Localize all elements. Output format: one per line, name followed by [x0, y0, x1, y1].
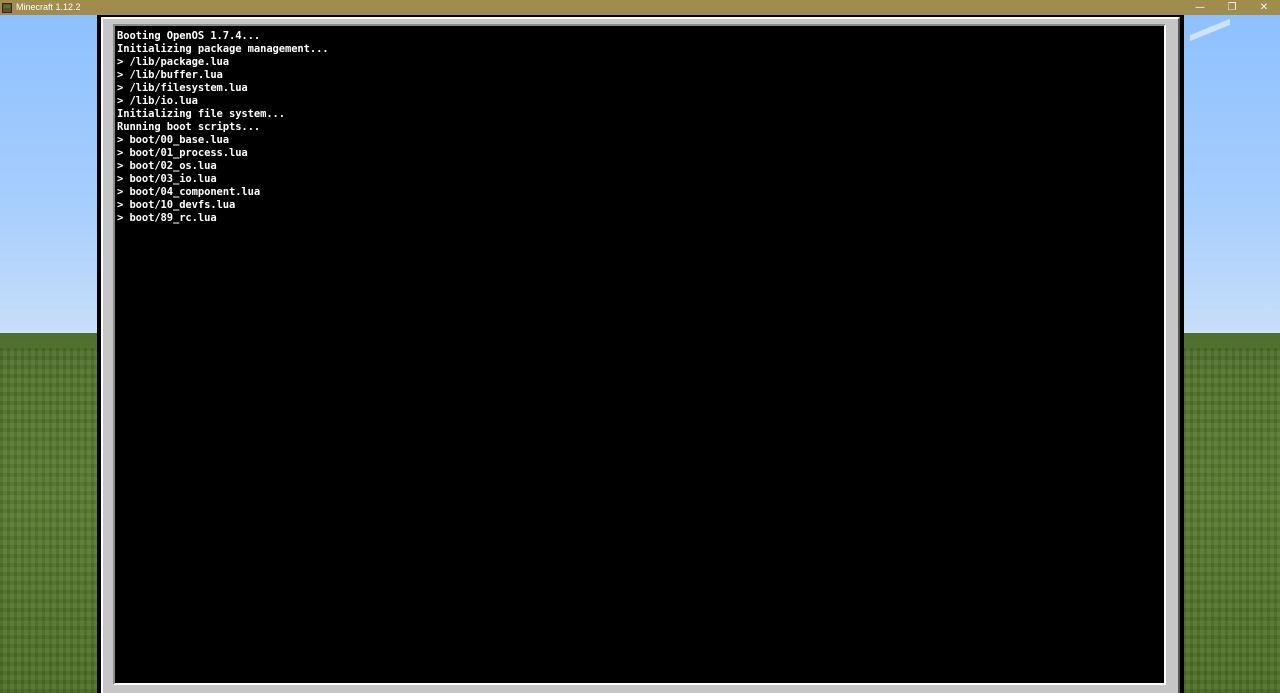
minimize-button[interactable]: — — [1184, 0, 1216, 15]
title-bar[interactable]: Minecraft 1.12.2 — ❐ ✕ — [0, 0, 1280, 15]
terminal-screen[interactable]: Booting OpenOS 1.7.4... Initializing pack… — [113, 24, 1166, 685]
terminal-line: Booting OpenOS 1.7.4... — [117, 30, 261, 42]
minecraft-app-icon — [2, 2, 12, 13]
terminal-line: > boot/10_devfs.lua — [117, 199, 236, 211]
terminal-line: > boot/00_base.lua — [117, 134, 229, 146]
terminal-line: > /lib/package.lua — [117, 56, 229, 68]
terminal-line: > boot/04_component.lua — [117, 186, 261, 198]
cloud — [1190, 18, 1230, 42]
close-button[interactable]: ✕ — [1248, 0, 1280, 15]
terminal-line: > boot/01_process.lua — [117, 147, 248, 159]
window-title: Minecraft 1.12.2 — [16, 2, 81, 12]
terminal-line: Running boot scripts... — [117, 121, 261, 133]
terminal-line: > /lib/filesystem.lua — [117, 82, 248, 94]
minecraft-window: Minecraft 1.12.2 — ❐ ✕ Booting OpenOS 1.… — [0, 0, 1280, 693]
terminal-output: Booting OpenOS 1.7.4... Initializing pack… — [117, 30, 329, 225]
window-controls: — ❐ ✕ — [1184, 0, 1280, 15]
terminal-line: > /lib/buffer.lua — [117, 69, 223, 81]
terminal-line: > boot/03_io.lua — [117, 173, 217, 185]
restore-button[interactable]: ❐ — [1216, 0, 1248, 15]
terminal-line: > /lib/io.lua — [117, 95, 198, 107]
terminal-line: > boot/02_os.lua — [117, 160, 217, 172]
terminal-line: Initializing package management... — [117, 43, 329, 55]
terminal-line: > boot/89_rc.lua — [117, 212, 217, 224]
terminal-line: Initializing file system... — [117, 108, 285, 120]
